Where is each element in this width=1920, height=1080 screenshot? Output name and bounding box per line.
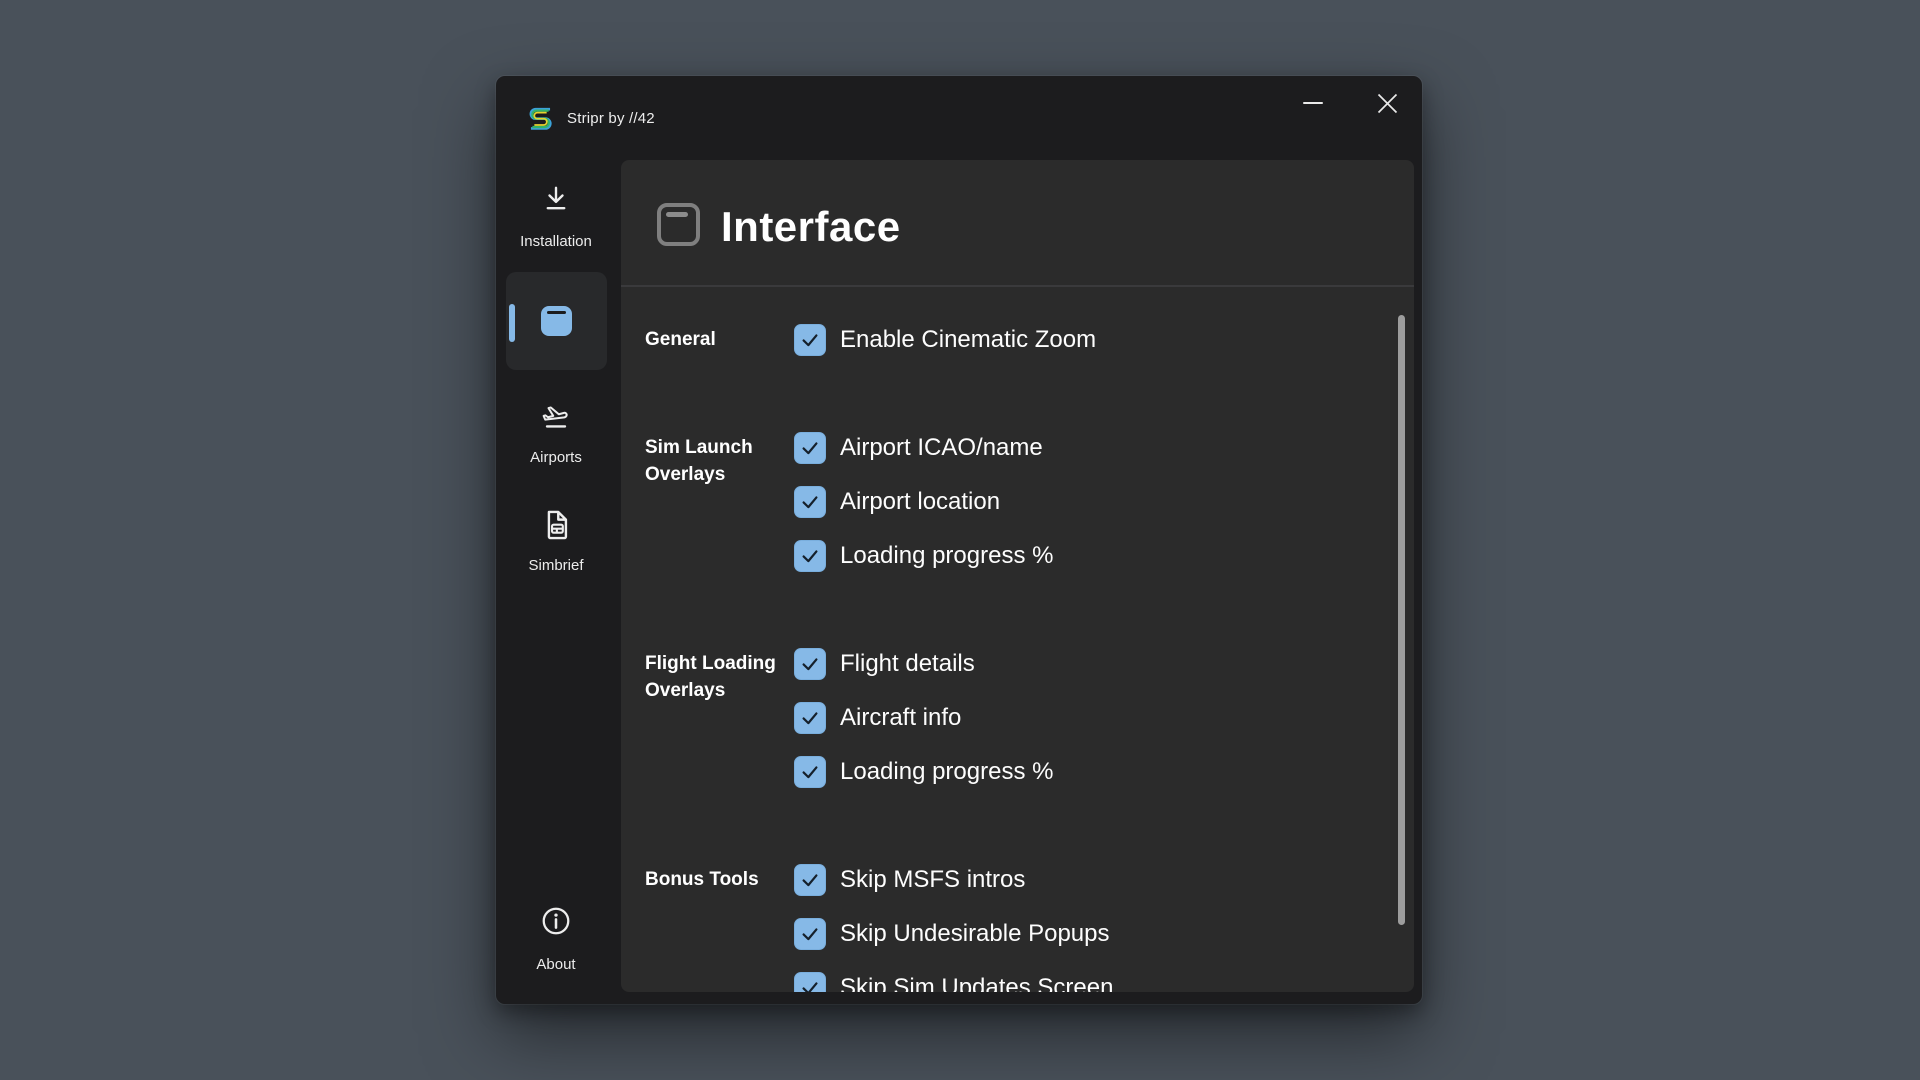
- checkmark-icon: [799, 491, 821, 513]
- option-label: Flight details: [840, 650, 975, 678]
- checkmark-icon: [799, 329, 821, 351]
- checkbox-skip-sim-updates-screen[interactable]: [794, 972, 826, 992]
- checkmark-icon: [799, 869, 821, 891]
- download-icon: [541, 184, 571, 214]
- checkmark-icon: [799, 437, 821, 459]
- sidebar-item-label: Installation: [520, 233, 592, 250]
- page-title: Interface: [721, 204, 901, 250]
- option-label: Enable Cinematic Zoom: [840, 326, 1096, 354]
- checkmark-icon: [799, 545, 821, 567]
- checkbox-loading-progress-sim[interactable]: [794, 540, 826, 572]
- checkbox-airport-location[interactable]: [794, 486, 826, 518]
- checkmark-icon: [799, 761, 821, 783]
- option-row: Skip Undesirable Popups: [794, 907, 1113, 961]
- checkbox-flight-details[interactable]: [794, 648, 826, 680]
- plane-takeoff-icon: [541, 401, 571, 431]
- option-row: Skip MSFS intros: [794, 853, 1113, 907]
- option-row: Enable Cinematic Zoom: [794, 313, 1096, 367]
- checkmark-icon: [799, 923, 821, 945]
- scrollbar-thumb[interactable]: [1398, 315, 1405, 925]
- section-general: General Enable Cinematic Zoom: [621, 313, 1414, 367]
- sidebar-item-simbrief[interactable]: Simbrief: [504, 501, 608, 574]
- app-logo-icon: [527, 104, 554, 134]
- option-row: Airport location: [794, 475, 1053, 529]
- option-row: Skip Sim Updates Screen: [794, 961, 1113, 992]
- section-label: Sim Launch Overlays: [621, 421, 794, 583]
- close-icon: [1377, 93, 1398, 114]
- option-label: Loading progress %: [840, 542, 1053, 570]
- section-bonus-tools: Bonus Tools Skip MSFS intros: [621, 853, 1414, 992]
- window-icon: [541, 306, 572, 336]
- sidebar-item-about[interactable]: About: [504, 896, 608, 973]
- close-button[interactable]: [1365, 85, 1409, 121]
- section-label: Flight Loading Overlays: [621, 637, 794, 799]
- settings-panel: Interface General Enable Cinematic Zoom: [621, 160, 1414, 992]
- sidebar-item-airports[interactable]: Airports: [504, 394, 608, 466]
- section-flight-loading-overlays: Flight Loading Overlays Flight details: [621, 637, 1414, 799]
- option-row: Flight details: [794, 637, 1053, 691]
- document-icon: [539, 508, 573, 542]
- checkmark-icon: [799, 977, 821, 992]
- panel-header: Interface: [621, 160, 1414, 287]
- checkbox-skip-undesirable-popups[interactable]: [794, 918, 826, 950]
- option-row: Airport ICAO/name: [794, 421, 1053, 475]
- minimize-button[interactable]: [1291, 85, 1335, 121]
- section-label: General: [621, 313, 794, 367]
- interface-icon: [657, 203, 700, 246]
- sidebar-item-label: Simbrief: [528, 557, 583, 574]
- active-indicator: [509, 304, 515, 342]
- checkmark-icon: [799, 707, 821, 729]
- checkbox-aircraft-info[interactable]: [794, 702, 826, 734]
- option-row: Loading progress %: [794, 745, 1053, 799]
- option-row: Loading progress %: [794, 529, 1053, 583]
- option-label: Aircraft info: [840, 704, 961, 732]
- sidebar-item-installation[interactable]: Installation: [504, 176, 608, 250]
- section-sim-launch-overlays: Sim Launch Overlays Airport ICAO/name: [621, 421, 1414, 583]
- sidebar: Installation Airports Simbrief: [496, 140, 621, 1004]
- checkbox-airport-icao-name[interactable]: [794, 432, 826, 464]
- sidebar-item-label: About: [536, 956, 575, 973]
- settings-content: General Enable Cinematic Zoom Sim Launch…: [621, 287, 1414, 992]
- sidebar-item-label: Airports: [530, 449, 582, 466]
- section-label: Bonus Tools: [621, 853, 794, 992]
- option-label: Loading progress %: [840, 758, 1053, 786]
- info-icon: [540, 905, 572, 937]
- minimize-icon: [1303, 102, 1323, 104]
- option-label: Skip Sim Updates Screen: [840, 974, 1113, 992]
- option-label: Skip Undesirable Popups: [840, 920, 1110, 948]
- window-title: Stripr by //42: [567, 110, 655, 127]
- sidebar-item-interface[interactable]: [506, 272, 607, 370]
- option-label: Skip MSFS intros: [840, 866, 1025, 894]
- option-row: Aircraft info: [794, 691, 1053, 745]
- option-label: Airport location: [840, 488, 1000, 516]
- checkbox-skip-msfs-intros[interactable]: [794, 864, 826, 896]
- checkmark-icon: [799, 653, 821, 675]
- option-label: Airport ICAO/name: [840, 434, 1043, 462]
- checkbox-enable-cinematic-zoom[interactable]: [794, 324, 826, 356]
- checkbox-loading-progress-flight[interactable]: [794, 756, 826, 788]
- app-window: Stripr by //42 Installation Air: [496, 76, 1422, 1004]
